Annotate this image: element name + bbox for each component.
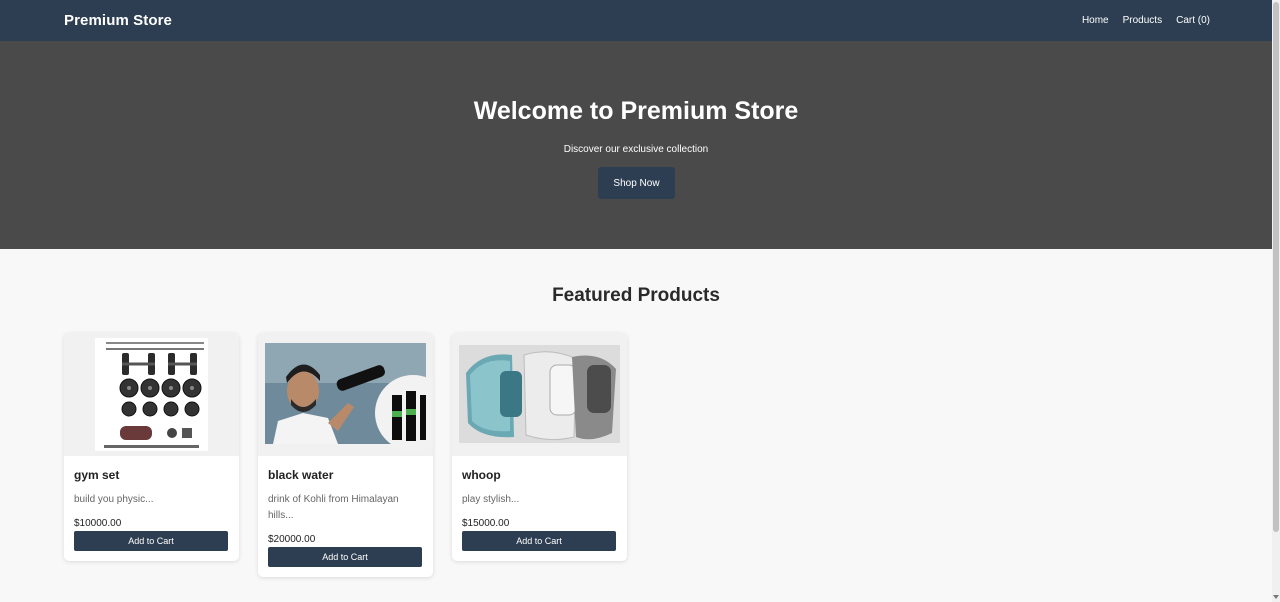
product-price: $20000.00 [268, 534, 316, 545]
nav-link-products[interactable]: Products [1123, 15, 1162, 26]
product-price: $15000.00 [462, 518, 510, 529]
product-card: whoop play stylish... $15000.00 Add to C… [452, 333, 627, 561]
navbar: Premium Store Home Products Cart (0) [0, 0, 1272, 41]
product-card-body: black water drink of Kohli from Himalaya… [258, 456, 433, 577]
hero-subtitle: Discover our exclusive collection [563, 144, 709, 155]
brand-logo[interactable]: Premium Store [64, 12, 172, 29]
product-card-body: gym set build you physic... $10000.00 Ad… [64, 456, 239, 561]
product-card: gym set build you physic... $10000.00 Ad… [64, 333, 239, 561]
fitness-bands-image[interactable] [452, 333, 627, 456]
product-card-body: whoop play stylish... $15000.00 Add to C… [452, 456, 627, 561]
product-card: black water drink of Kohli from Himalaya… [258, 333, 433, 577]
shop-now-button[interactable]: Shop Now [598, 167, 675, 199]
scroll-down-arrow-icon[interactable] [1273, 595, 1279, 599]
product-name: whoop [462, 468, 501, 482]
add-to-cart-button[interactable]: Add to Cart [268, 547, 422, 567]
nav-link-home[interactable]: Home [1082, 15, 1109, 26]
scrollbar-thumb[interactable] [1273, 2, 1279, 532]
section-title: Featured Products [552, 285, 720, 306]
product-image-container [452, 333, 627, 456]
product-name: black water [268, 468, 334, 482]
product-image-container [258, 333, 433, 456]
nav-links: Home Products Cart (0) [1082, 15, 1210, 26]
dumbbell-set-image[interactable] [64, 333, 239, 456]
nav-link-cart[interactable]: Cart (0) [1176, 15, 1210, 26]
product-name: gym set [74, 468, 120, 482]
product-price: $10000.00 [74, 518, 122, 529]
add-to-cart-button[interactable]: Add to Cart [74, 531, 228, 551]
athlete-drinking-image[interactable] [258, 333, 433, 456]
product-description: build you physic... [74, 494, 154, 505]
add-to-cart-button[interactable]: Add to Cart [462, 531, 616, 551]
product-description: play stylish... [462, 494, 520, 505]
product-description: drink of Kohli from Himalayan hills... [268, 494, 399, 521]
page-scrollbar[interactable] [1272, 0, 1280, 602]
hero-banner: Welcome to Premium Store Discover our ex… [0, 41, 1272, 249]
product-image-container [64, 333, 239, 456]
hero-title: Welcome to Premium Store [473, 97, 799, 125]
